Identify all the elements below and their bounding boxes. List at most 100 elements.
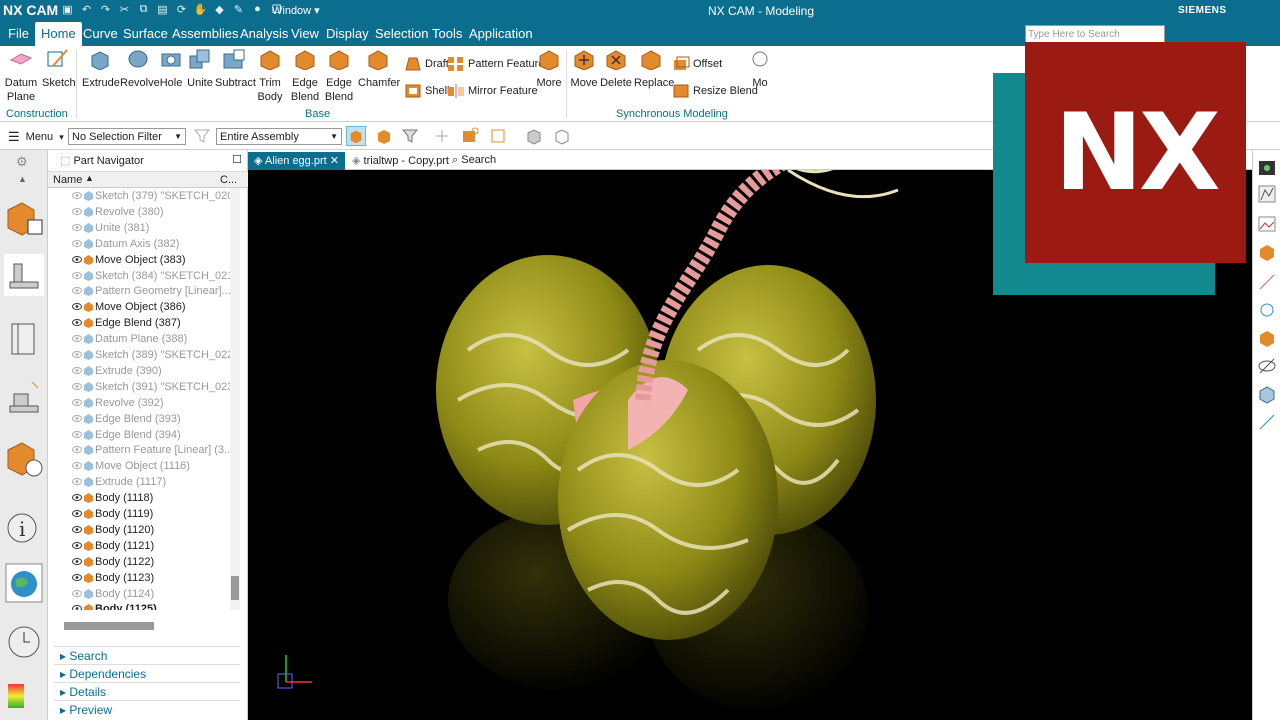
visibility-eye-icon[interactable]	[72, 604, 82, 610]
wireframe-cube-icon[interactable]	[552, 126, 572, 146]
resize-blend-button[interactable]: Resize Blend	[672, 83, 758, 99]
visibility-eye-icon[interactable]	[72, 191, 82, 200]
dependencies-panel[interactable]: ▸ Dependencies	[54, 664, 240, 682]
more-sync-button[interactable]: Mo	[748, 48, 772, 90]
tree-row[interactable]: Body (1118)	[48, 490, 230, 506]
delete-button[interactable]: Delete	[600, 48, 632, 90]
tab-alien-egg[interactable]: ◈ Alien egg.prt ✕	[248, 152, 345, 170]
visibility-eye-icon[interactable]	[72, 525, 82, 534]
visibility-eye-icon[interactable]	[72, 509, 82, 518]
menu-analysis[interactable]: Analysis	[240, 26, 288, 41]
mic-icon[interactable]: ●	[250, 3, 265, 16]
constraint-navigator-icon[interactable]	[4, 378, 44, 420]
copy-icon[interactable]: ⧉	[136, 3, 151, 16]
tree-row[interactable]: Unite (381)	[48, 220, 230, 236]
tree-row[interactable]: Body (1124)	[48, 586, 230, 602]
visibility-eye-icon[interactable]	[72, 207, 82, 216]
tree-row[interactable]: Edge Blend (387)	[48, 315, 230, 331]
pick-icon[interactable]	[374, 126, 394, 146]
shell-button[interactable]: Shell	[404, 83, 449, 99]
tree-row[interactable]: Datum Axis (382)	[48, 236, 230, 252]
redo-icon[interactable]: ↷	[98, 3, 113, 16]
select-feature-icon[interactable]	[346, 126, 366, 146]
draft-button[interactable]: Draft	[404, 56, 449, 72]
tree-row[interactable]: Move Object (383)	[48, 252, 230, 268]
horizontal-scrollbar-thumb[interactable]	[64, 622, 154, 630]
replace-button[interactable]: Replace	[634, 48, 674, 90]
tree-row[interactable]: Body (1125)	[48, 601, 230, 610]
extrude-button[interactable]: Extrude	[82, 48, 120, 90]
tree-row[interactable]: Sketch (389) "SKETCH_022"	[48, 347, 230, 363]
visibility-eye-icon[interactable]	[72, 445, 82, 454]
search-panel[interactable]: ▸ Search	[54, 646, 240, 664]
revolve-button[interactable]: Revolve	[120, 48, 160, 90]
roles-icon[interactable]	[4, 438, 44, 480]
history-clock-icon[interactable]	[4, 620, 44, 662]
settings-icon[interactable]: ⚙	[16, 154, 28, 170]
visibility-eye-icon[interactable]	[72, 350, 82, 359]
tree-row[interactable]: Body (1119)	[48, 506, 230, 522]
more-button[interactable]: More	[536, 48, 562, 90]
menu-home[interactable]: Home	[35, 22, 82, 46]
snap-point-icon[interactable]	[1257, 300, 1277, 320]
menu-assemblies[interactable]: Assemblies	[172, 26, 238, 41]
info-icon[interactable]: i	[4, 506, 44, 548]
undo-icon[interactable]: ↶	[79, 3, 94, 16]
menu-selection[interactable]: Selection	[375, 26, 428, 41]
move-button[interactable]: Move	[570, 48, 598, 90]
visibility-eye-icon[interactable]	[72, 557, 82, 566]
mirror-feature-button[interactable]: Mirror Feature	[447, 83, 538, 99]
command-search-input[interactable]: Type Here to Search	[1025, 25, 1165, 43]
save-icon[interactable]: ▣	[60, 3, 75, 16]
chamfer-button[interactable]: Chamfer	[358, 48, 400, 90]
filter-icon[interactable]	[192, 126, 212, 146]
visibility-eye-icon[interactable]	[72, 430, 82, 439]
trim-body-button[interactable]: Trim Body	[254, 48, 286, 104]
tab-trialtwp-copy[interactable]: ◈ trialtwp - Copy.prt	[346, 152, 455, 170]
selection-filter-dropdown[interactable]: No Selection Filter ▼	[68, 128, 186, 145]
visibility-eye-icon[interactable]	[72, 398, 82, 407]
tree-row[interactable]: Sketch (391) "SKETCH_023"	[48, 379, 230, 395]
paste-icon[interactable]: ▤	[155, 3, 170, 16]
maximize-icon[interactable]: ☐	[232, 153, 242, 166]
visibility-eye-icon[interactable]	[72, 286, 82, 295]
web-browser-icon[interactable]	[4, 562, 44, 604]
details-panel[interactable]: ▸ Details	[54, 682, 240, 700]
cube-icon[interactable]: ◆	[212, 3, 227, 16]
sketch-button[interactable]: Sketch	[42, 48, 76, 90]
tree-row[interactable]: Sketch (379) "SKETCH_020"	[48, 188, 230, 204]
hole-button[interactable]: Hole	[158, 48, 184, 90]
tree-row[interactable]: Body (1122)	[48, 554, 230, 570]
unite-button[interactable]: Unite	[186, 48, 214, 90]
tree-row[interactable]: Revolve (380)	[48, 204, 230, 220]
visibility-eye-icon[interactable]	[72, 366, 82, 375]
image-render-icon[interactable]	[1257, 214, 1277, 234]
window-menu[interactable]: Window ▾	[272, 4, 320, 17]
tree-row[interactable]: Body (1121)	[48, 538, 230, 554]
menu-view[interactable]: View	[291, 26, 319, 41]
brush-icon[interactable]: ✎	[231, 3, 246, 16]
menu-application[interactable]: Application	[469, 26, 533, 41]
view-camera-icon[interactable]	[1257, 158, 1277, 178]
offset-button[interactable]: Offset	[672, 56, 722, 72]
repeat-icon[interactable]: ⟳	[174, 3, 189, 16]
visibility-eye-icon[interactable]	[72, 382, 82, 391]
vertical-scrollbar[interactable]	[230, 188, 240, 610]
tree-row[interactable]: Revolve (392)	[48, 395, 230, 411]
collapse-up-icon[interactable]: ▲	[18, 174, 27, 184]
menu-file[interactable]: File	[8, 26, 29, 41]
cut-icon[interactable]: ✂	[117, 3, 132, 16]
line-icon[interactable]	[1257, 272, 1277, 292]
show-only-icon[interactable]	[1257, 384, 1277, 404]
box-select-icon[interactable]	[460, 126, 480, 146]
visibility-eye-icon[interactable]	[72, 414, 82, 423]
visibility-eye-icon[interactable]	[72, 239, 82, 248]
tree-row[interactable]: Pattern Feature [Linear] (3...	[48, 442, 230, 458]
visibility-eye-icon[interactable]	[72, 271, 82, 280]
scope-dropdown[interactable]: Entire Assembly ▼	[216, 128, 342, 145]
visibility-eye-icon[interactable]	[72, 477, 82, 486]
visibility-eye-icon[interactable]	[72, 589, 82, 598]
orient-icon[interactable]	[488, 126, 508, 146]
shaded-part-icon[interactable]	[1257, 242, 1277, 262]
edge-blend-2-button[interactable]: Edge Blend	[322, 48, 356, 104]
